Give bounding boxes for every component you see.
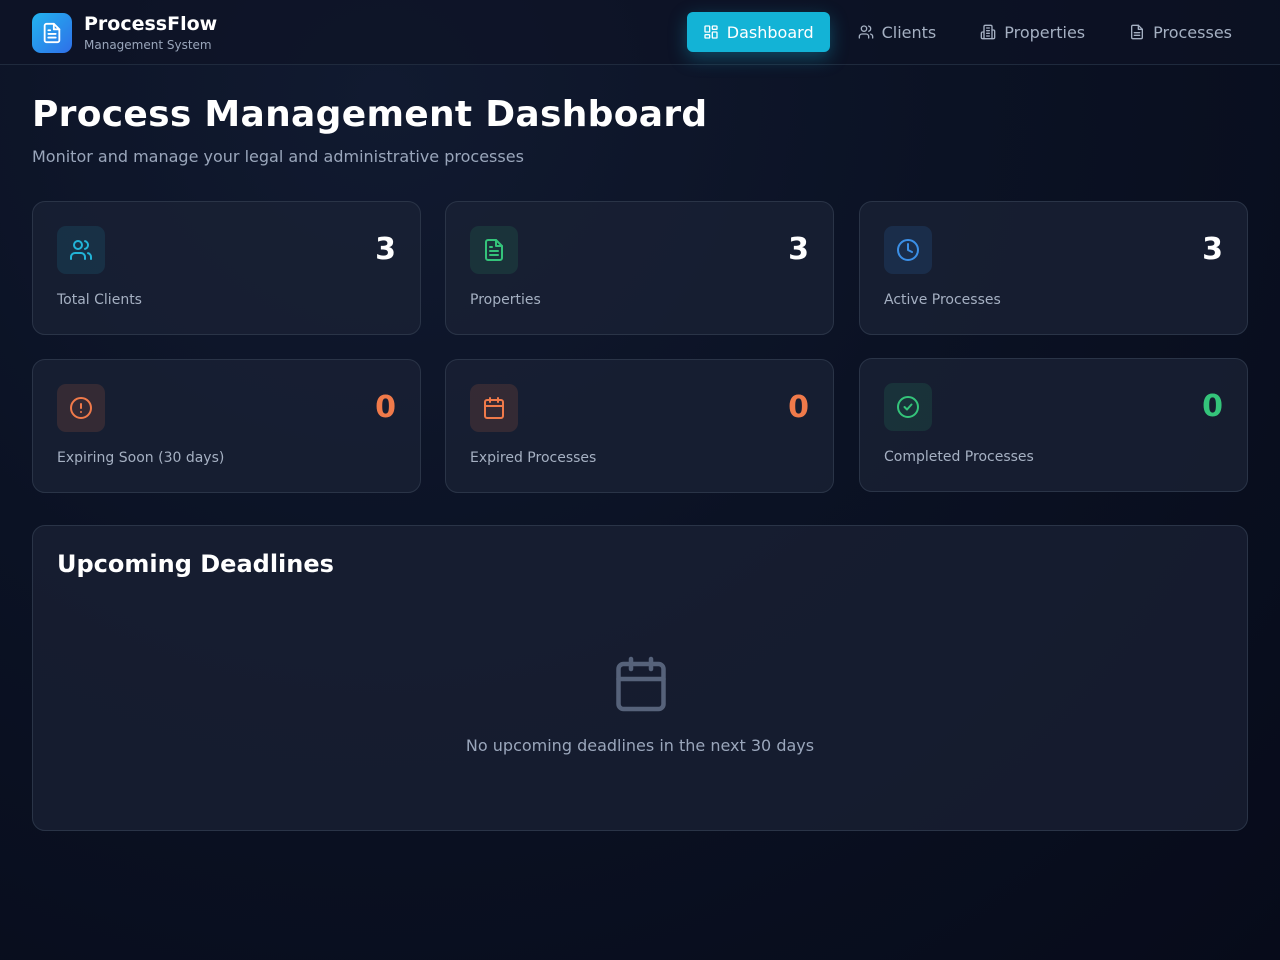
brand-subtitle: Management System (84, 38, 212, 52)
stat-card-total-clients: 3 Total Clients (32, 201, 421, 335)
alert-circle-icon (57, 384, 105, 432)
nav-label: Dashboard (726, 22, 814, 42)
stat-value: 0 (788, 390, 809, 425)
brand-title: ProcessFlow (84, 13, 218, 35)
stat-label: Total Clients (57, 292, 142, 308)
users-icon (858, 25, 873, 39)
nav-label: Clients (881, 22, 937, 42)
users-icon (57, 226, 105, 274)
stat-label: Completed Processes (884, 449, 1034, 465)
stat-label: Expired Processes (470, 450, 597, 466)
nav-label: Properties (1004, 22, 1086, 42)
nav-processes[interactable]: Processes (1113, 12, 1248, 52)
calendar-icon (611, 654, 671, 718)
page-title: Process Management Dashboard (32, 94, 708, 135)
file-icon (1131, 24, 1144, 40)
nav-dashboard[interactable]: Dashboard (686, 12, 830, 52)
stat-value: 0 (1202, 389, 1223, 424)
clock-icon (884, 226, 932, 274)
calendar-icon (470, 384, 518, 432)
document-icon (470, 226, 518, 274)
stat-value: 3 (375, 232, 396, 267)
stat-card-expiring-soon: 0 Expiring Soon (30 days) (32, 359, 421, 493)
nav-properties[interactable]: Properties (964, 12, 1101, 52)
main-nav: Dashboard Clients Properties Processes (675, 12, 1248, 52)
brand[interactable]: ProcessFlow Management System (32, 12, 217, 53)
nav-clients[interactable]: Clients (842, 12, 953, 52)
stat-value: 3 (1202, 232, 1223, 267)
document-icon (32, 12, 72, 53)
stat-label: Active Processes (884, 292, 1001, 308)
building-icon (980, 24, 996, 40)
stat-card-expired-processes: 0 Expired Processes (445, 359, 834, 493)
stat-card-active-processes: 3 Active Processes (859, 201, 1248, 335)
stat-label: Properties (470, 292, 541, 308)
nav-label: Processes (1153, 22, 1232, 42)
stat-label: Expiring Soon (30 days) (57, 450, 225, 466)
stat-value: 3 (788, 232, 809, 267)
grid-icon (704, 25, 718, 39)
stat-value: 0 (375, 390, 396, 425)
stat-card-completed-processes: 0 Completed Processes (859, 358, 1248, 492)
stat-card-properties: 3 Properties (445, 201, 834, 335)
empty-state-text: No upcoming deadlines in the next 30 day… (465, 736, 815, 755)
check-circle-icon (884, 383, 932, 431)
upcoming-deadlines-panel: Upcoming Deadlines No upcoming deadlines… (32, 525, 1248, 831)
page-subtitle: Monitor and manage your legal and admini… (32, 147, 524, 166)
panel-title: Upcoming Deadlines (57, 550, 334, 578)
top-header: ProcessFlow Management System Dashboard … (0, 0, 1280, 65)
